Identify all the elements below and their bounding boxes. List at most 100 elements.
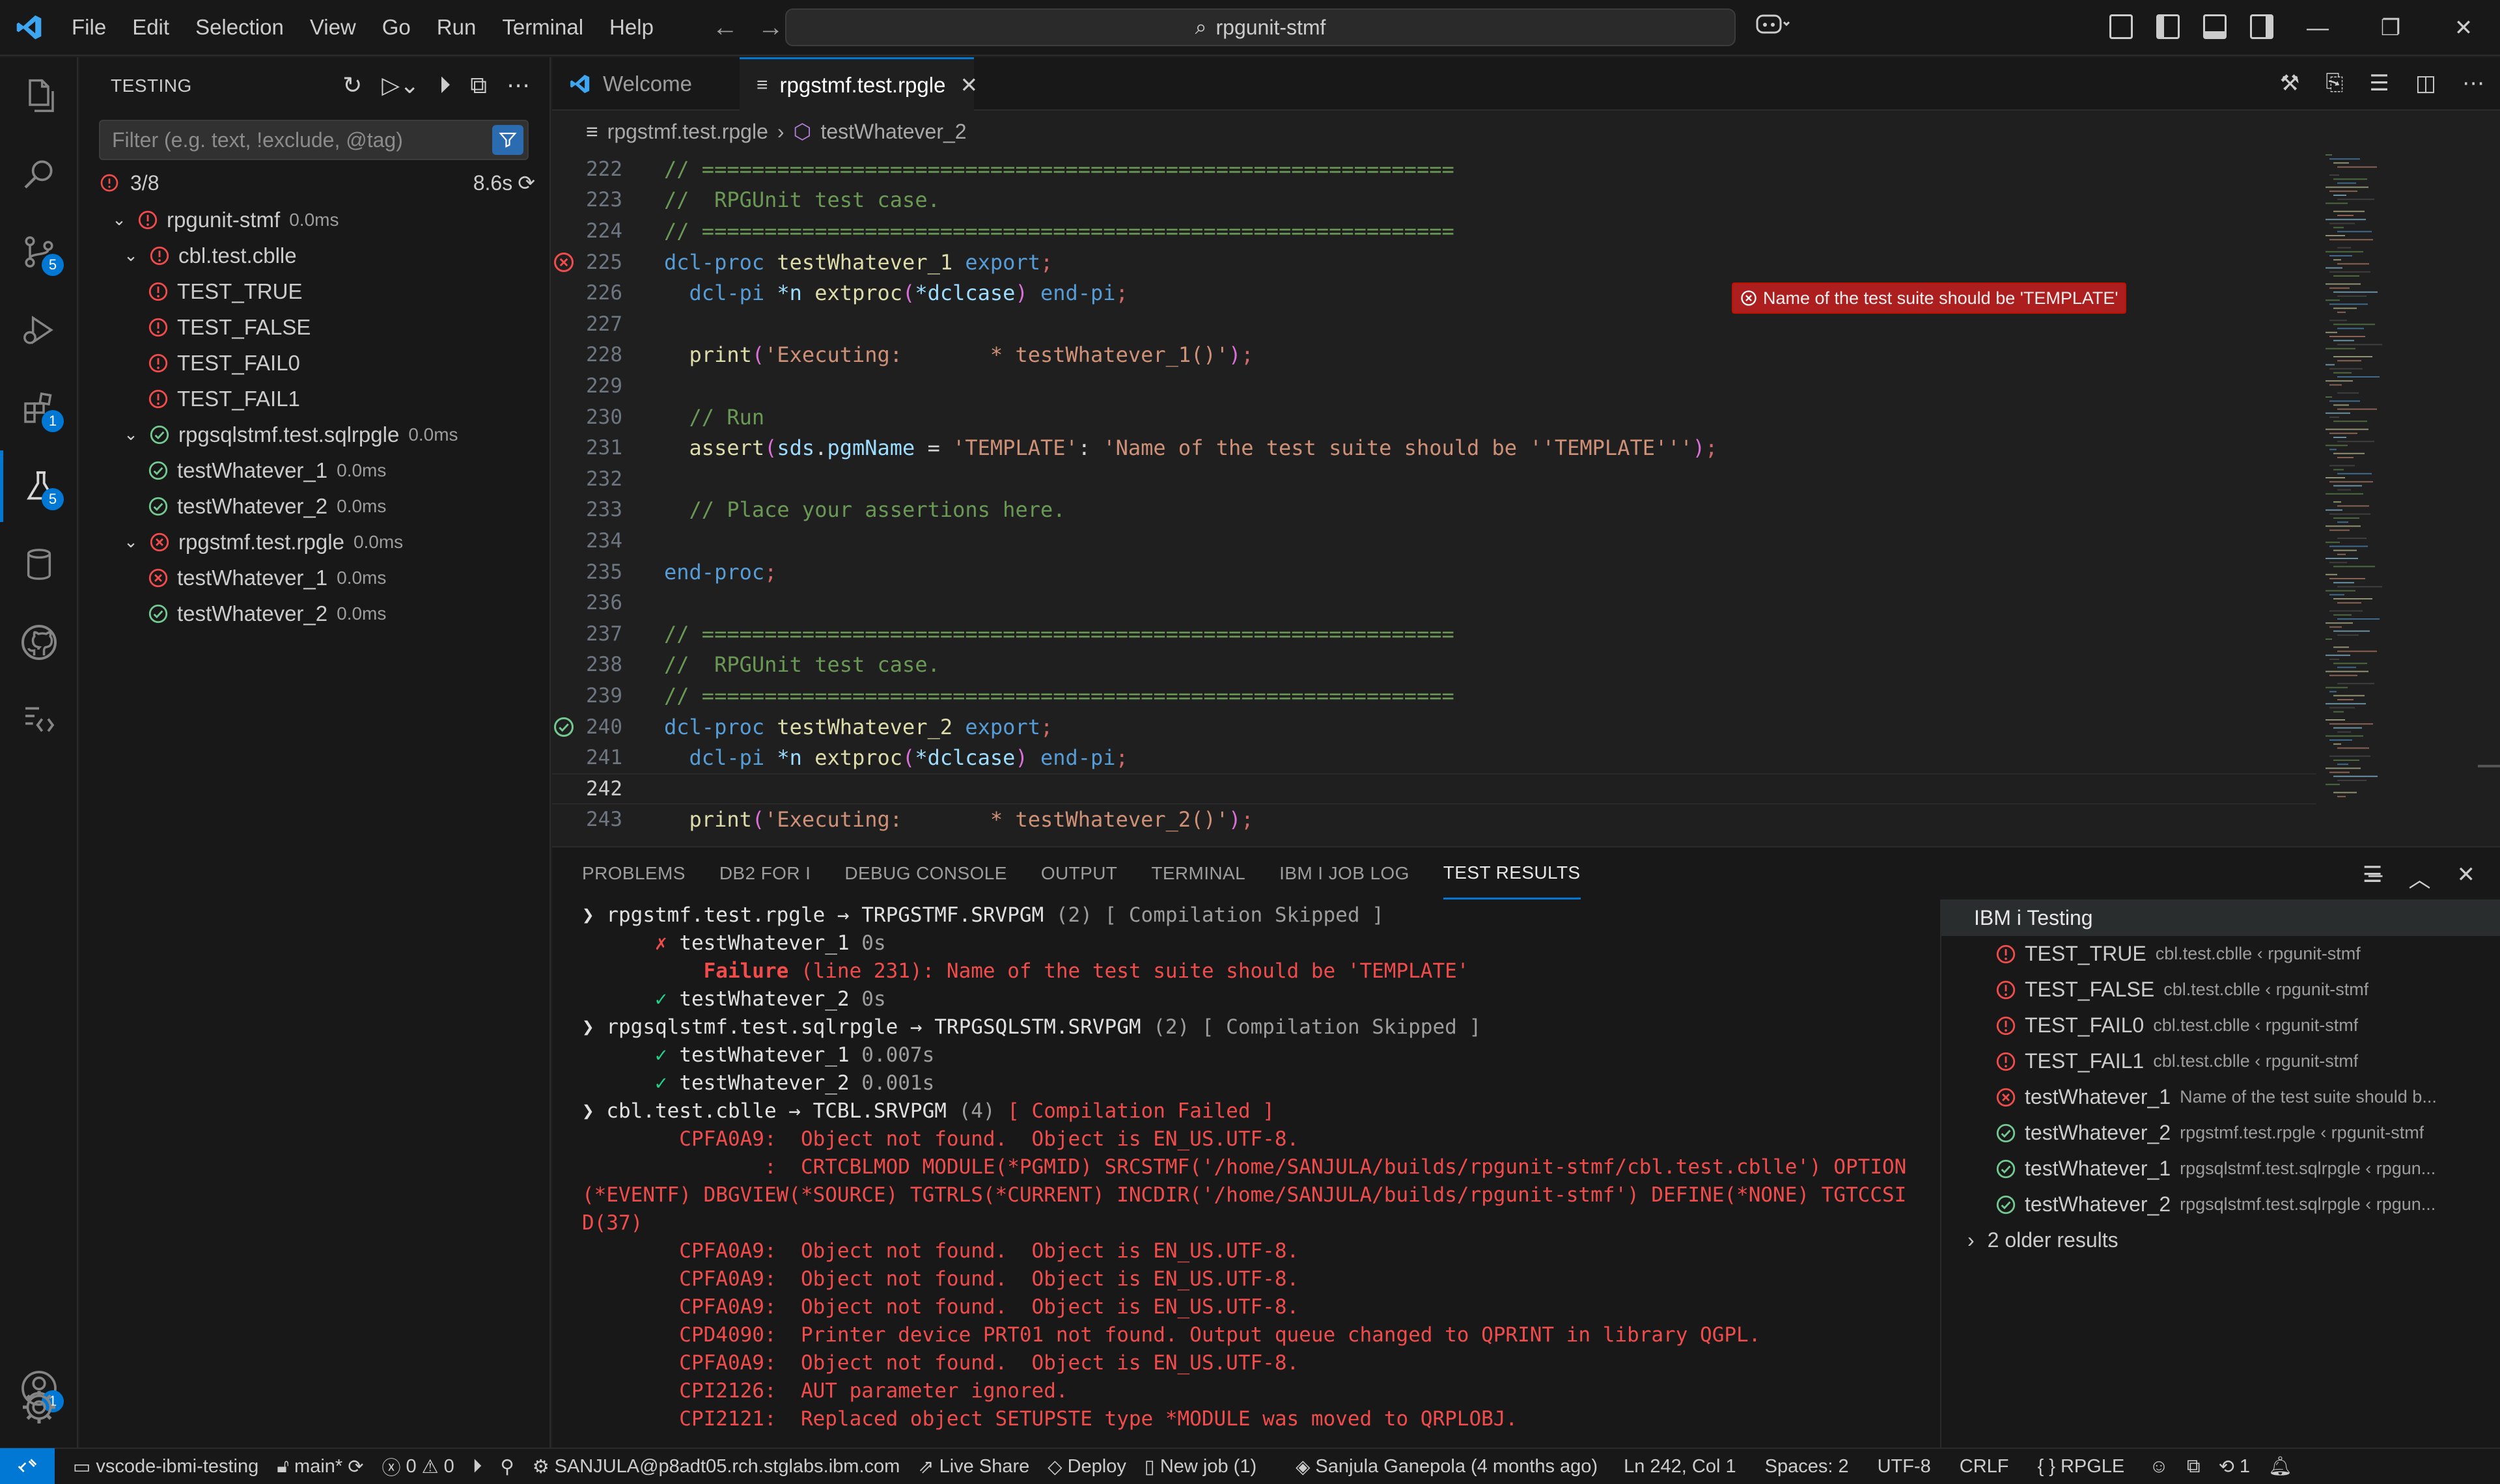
explorer-icon[interactable] [0,60,78,131]
test-tree-item[interactable]: ⌄ rpgsqlstmf.test.sqlrpgle 0.0ms [79,417,551,452]
code-line[interactable]: 232 [552,463,2316,495]
minimize-icon[interactable]: — [2281,0,2354,56]
menu-go[interactable]: Go [369,15,424,40]
more-actions-icon[interactable]: ⋯ [507,72,530,100]
code-line[interactable]: 233 // Place your assertions here. [552,495,2316,526]
code-line[interactable]: 229 [552,370,2316,402]
menu-run[interactable]: Run [424,15,490,40]
tab-terminal[interactable]: TERMINAL [1151,847,1245,900]
test-tree-item[interactable]: TEST_FAIL1 [79,381,551,417]
indentation[interactable]: Spaces: 2 [1765,1456,1849,1477]
manage-gear-icon[interactable] [20,1388,59,1427]
sync-icon[interactable]: ⟳ [348,1455,363,1478]
older-results-item[interactable]: › 2 older results [1941,1222,2500,1258]
copilot-status-icon[interactable]: ☺ [2149,1456,2169,1477]
test-tree-item[interactable]: TEST_FALSE [79,309,551,345]
chevron-down-icon[interactable]: ⌄ [108,210,130,230]
chevron-down-icon[interactable]: ⌄ [120,424,142,445]
debug-tests-icon[interactable]: ⏵ [439,72,451,100]
menu-edit[interactable]: Edit [119,15,182,40]
search-sidebar-icon[interactable] [0,138,78,210]
code-line[interactable]: 231 assert(sds.pgmName = 'TEMPLATE': 'Na… [552,432,2316,463]
extensions-icon[interactable]: 1 [0,372,78,444]
tab-db2-for-i[interactable]: DB2 FOR I [719,847,811,900]
clear-results-icon[interactable]: ☰̶ [2363,862,2382,894]
result-item[interactable]: testWhatever_2 rpgstmf.test.rpgle ‹ rpgun… [1941,1115,2500,1151]
close-window-icon[interactable]: ✕ [2427,0,2500,56]
manage-gear-icon[interactable] [0,1429,78,1430]
plug-icon[interactable]: ⚲ [500,1455,514,1478]
code-editor[interactable]: 222 // ==================================… [552,154,2316,837]
code-line[interactable]: 223 // RPGUnit test case. [552,185,2316,216]
menu-selection[interactable]: Selection [182,15,297,40]
test-tree-item[interactable]: TEST_FAIL0 [79,345,551,381]
test-tree-item[interactable]: testWhatever_2 0.0ms [79,488,551,524]
tab-output[interactable]: OUTPUT [1041,847,1118,900]
code-line[interactable]: 234 [552,525,2316,556]
code-review-icon[interactable] [0,685,78,756]
branch-item[interactable]: 🔓︎ main* ⟳ [277,1455,363,1478]
encoding[interactable]: UTF-8 [1878,1456,1931,1477]
results-group-header[interactable]: IBM i Testing [1941,900,2500,936]
result-item[interactable]: testWhatever_1 Name of the test suite sho… [1941,1079,2500,1115]
code-line[interactable]: 239 // ==================================… [552,680,2316,711]
testing-icon[interactable]: 5 [0,450,78,522]
result-item[interactable]: testWhatever_1 rpgsqlstmf.test.sqlrpgle ‹… [1941,1151,2500,1187]
tab-test-results[interactable]: TEST RESULTS [1443,847,1581,900]
eol[interactable]: CRLF [1960,1456,2009,1477]
command-center-search[interactable]: ⌕ rpgunit-stmf [785,8,1736,46]
toggle-primary-sidebar-icon[interactable] [2156,14,2180,39]
source-control-icon[interactable]: 5 [0,216,78,288]
tab-rpgstmf-test-rpgle[interactable]: ≡ rpgstmf.test.rpgle ✕ [740,57,978,111]
code-line[interactable]: 240 dcl-proc testWhatever_2 export; [552,711,2316,743]
chevron-down-icon[interactable]: ⌄ [120,245,142,266]
customize-layout-icon[interactable] [2109,14,2133,39]
code-line[interactable]: 242 [552,773,2316,804]
code-line[interactable]: 228 print('Executing: * testWhatever_1()… [552,340,2316,371]
test-tree-item[interactable]: testWhatever_1 0.0ms [79,560,551,596]
forward-arrow-icon[interactable]: → [758,13,784,42]
cursor-position[interactable]: Ln 242, Col 1 [1624,1456,1736,1477]
code-line[interactable]: 222 // ==================================… [552,154,2316,185]
result-item[interactable]: TEST_TRUE cbl.test.cblle ‹ rpgunit-stmf [1941,936,2500,972]
code-line[interactable]: 225 dcl-proc testWhatever_1 export; [552,247,2316,278]
chevron-down-icon[interactable]: ⌄ [120,532,142,552]
code-line[interactable]: 241 dcl-pi *n extproc(*dclcase) end-pi; [552,742,2316,773]
history-item[interactable]: ⟲ 1 [2219,1455,2250,1478]
problems-item[interactable]: ⓧ 0 ⚠ 0 [382,1453,454,1480]
run-icon[interactable]: ⏵ [473,1456,482,1477]
result-item[interactable]: testWhatever_2 rpgsqlstmf.test.sqlrpgle ‹… [1941,1187,2500,1222]
test-filter-input[interactable]: Filter (e.g. text, !exclude, @tag) [99,120,529,160]
test-tree-item[interactable]: testWhatever_1 0.0ms [79,452,551,488]
github-icon[interactable] [0,607,78,678]
run-tests-icon[interactable]: ▷⌄ [382,72,419,100]
code-line[interactable]: 230 // Run [552,402,2316,433]
menu-file[interactable]: File [59,15,119,40]
database-icon[interactable] [0,529,78,600]
newjob-item[interactable]: ▯ New job (1) [1145,1455,1257,1478]
menu-terminal[interactable]: Terminal [489,15,596,40]
code-line[interactable]: 237 // ==================================… [552,618,2316,650]
filter-funnel-icon[interactable] [492,125,523,155]
tab-ibm-i-job-log[interactable]: IBM I JOB LOG [1279,847,1410,900]
result-item[interactable]: TEST_FAIL0 cbl.test.cblle ‹ rpgunit-stmf [1941,1008,2500,1043]
test-tree-item[interactable]: TEST_TRUE [79,273,551,309]
minimap[interactable] [2323,151,2434,802]
editor-more-icon[interactable]: ⋯ [2462,70,2484,96]
code-line[interactable]: 238 // RPGUnit test case. [552,650,2316,681]
breadcrumb-file[interactable]: rpgstmf.test.rpgle [607,120,768,144]
toggle-panel-icon[interactable] [2203,14,2227,39]
back-arrow-icon[interactable]: ← [712,13,738,42]
open-changes-icon[interactable]: ⎘ [2326,70,2343,96]
restore-icon[interactable]: ❐ [2354,0,2427,56]
blame-item[interactable]: ◈ Sanjula Ganepola (4 months ago) [1296,1455,1598,1478]
toggle-list-icon[interactable]: ☰ [2369,70,2389,96]
menu-help[interactable]: Help [596,15,667,40]
liveshare-item[interactable]: ⇗ Live Share [918,1455,1029,1478]
split-editor-icon[interactable]: ◫ [2415,70,2436,96]
close-panel-icon[interactable]: ✕ [2457,862,2476,894]
test-tree-item[interactable]: ⌄ cbl.test.cblle [79,238,551,273]
code-line[interactable]: 236 [552,587,2316,618]
result-item[interactable]: TEST_FAIL1 cbl.test.cblle ‹ rpgunit-stmf [1941,1043,2500,1079]
test-action-icon[interactable]: ⚒ [2280,70,2299,96]
